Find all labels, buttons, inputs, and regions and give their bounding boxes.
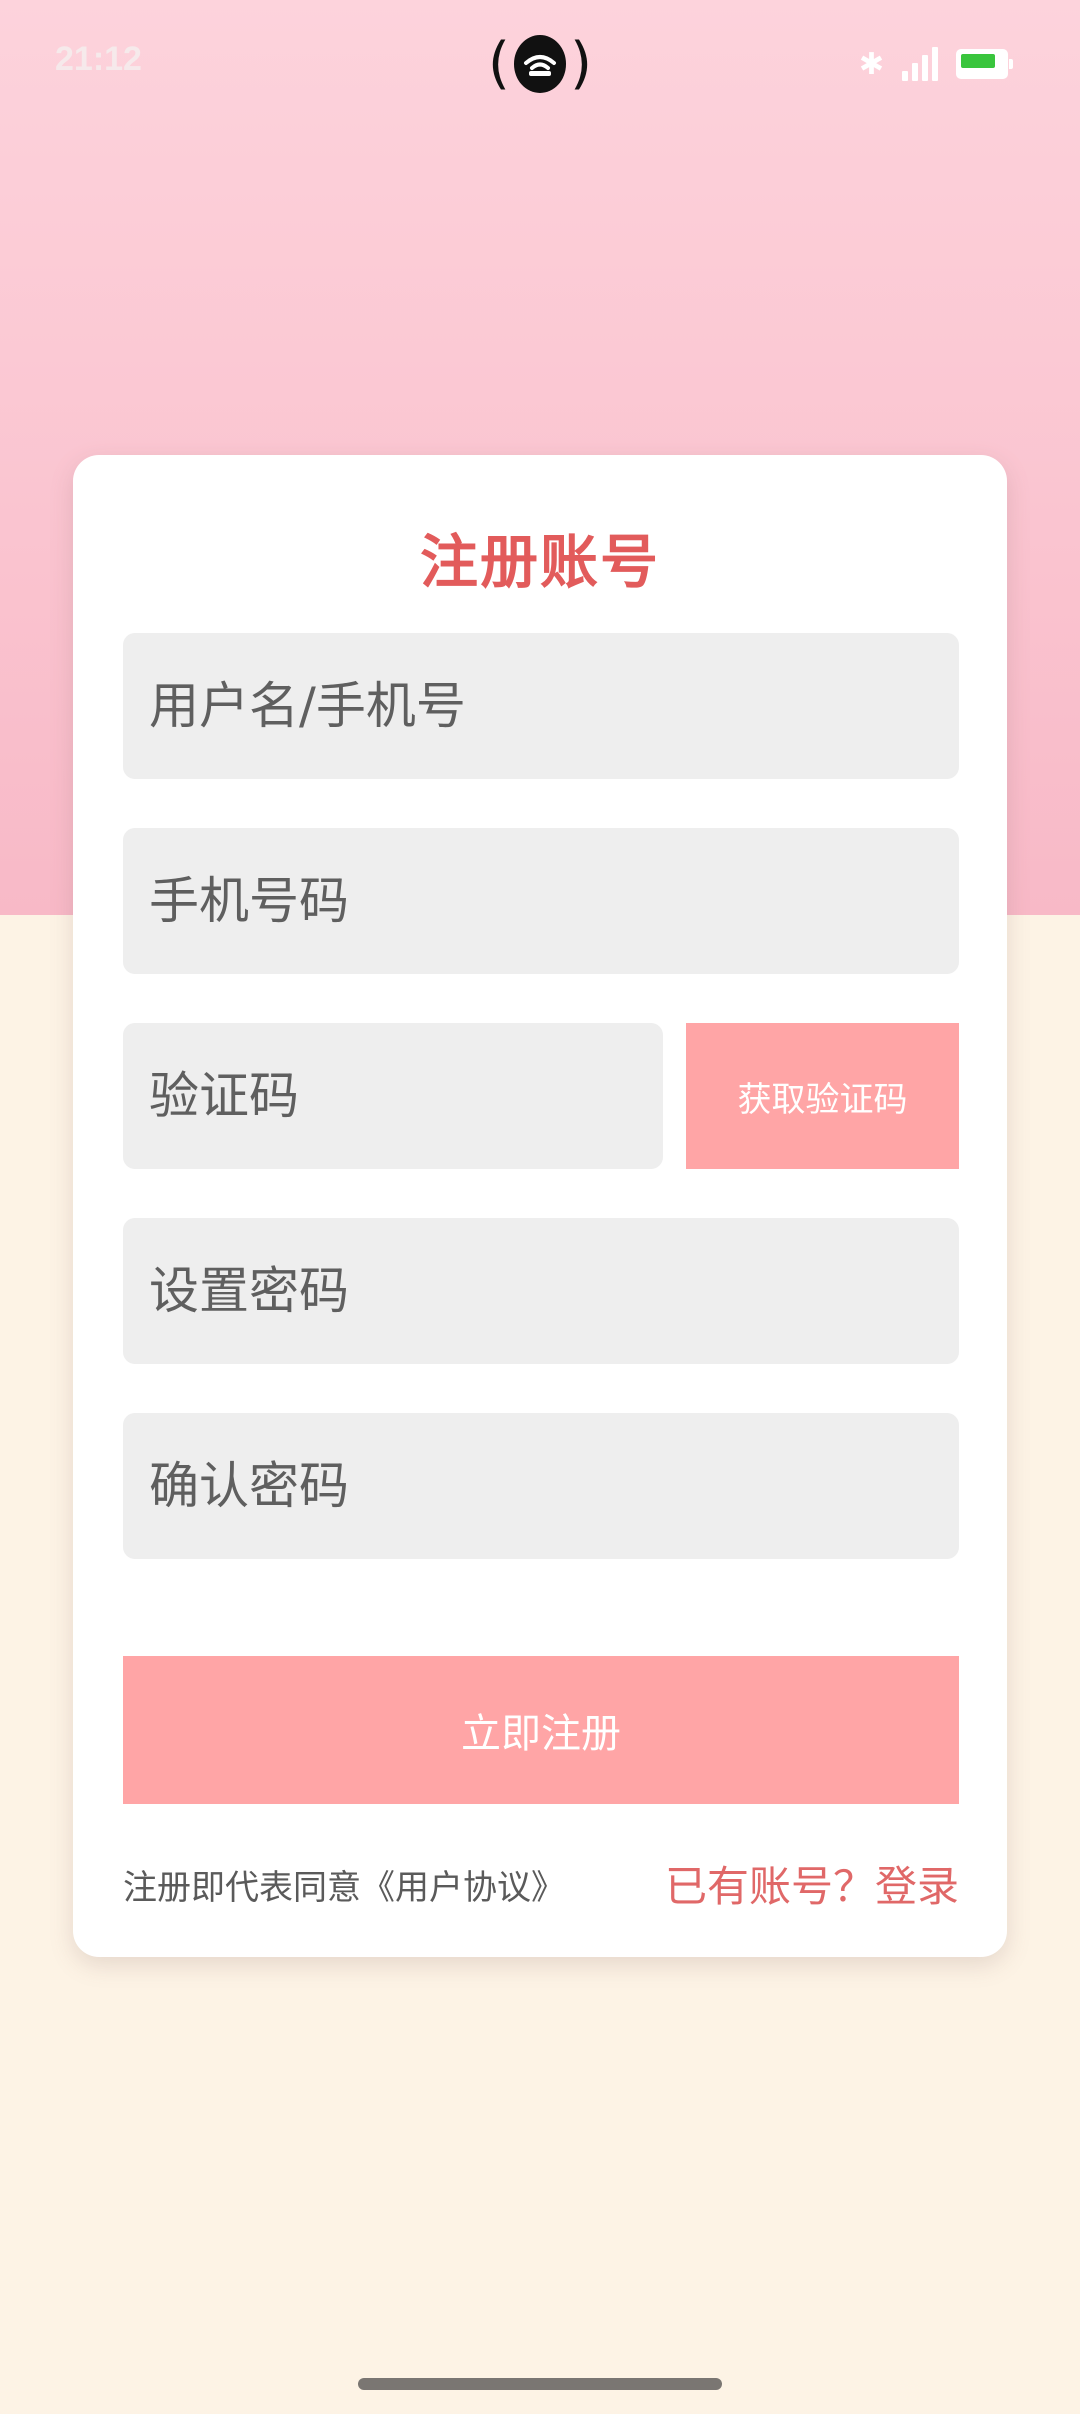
signal-icon xyxy=(902,47,938,81)
user-agreement-link[interactable]: 注册即代表同意《用户协议》 xyxy=(123,1860,565,1909)
page-title: 注册账号 xyxy=(419,528,660,596)
bluetooth-icon: ✱ xyxy=(858,46,884,82)
left-paren-glyph: ( xyxy=(488,31,510,96)
get-code-button[interactable]: 获取验证码 xyxy=(686,1023,959,1169)
register-card: 注册账号 获取验证码 立即注册 注册即代表同意《用户协议》 已有账号？登录 xyxy=(73,455,1007,1957)
register-button[interactable]: 立即注册 xyxy=(123,1656,959,1804)
login-link[interactable]: 已有账号？登录 xyxy=(665,1853,959,1914)
verification-code-input[interactable] xyxy=(123,1023,663,1169)
right-paren-glyph: ) xyxy=(570,31,592,96)
phone-input[interactable] xyxy=(123,828,959,974)
hotspot-indicator: ( ) xyxy=(488,28,592,100)
battery-icon xyxy=(956,49,1013,79)
password-input[interactable] xyxy=(123,1218,959,1364)
confirm-password-input[interactable] xyxy=(123,1413,959,1559)
home-indicator[interactable] xyxy=(358,2378,722,2390)
status-bar: 21:12 ( ) ✱ xyxy=(0,0,1080,130)
hotspot-icon xyxy=(513,35,567,93)
username-input[interactable] xyxy=(123,633,959,779)
status-time: 21:12 xyxy=(55,40,142,78)
status-icons: ✱ xyxy=(858,44,1013,84)
